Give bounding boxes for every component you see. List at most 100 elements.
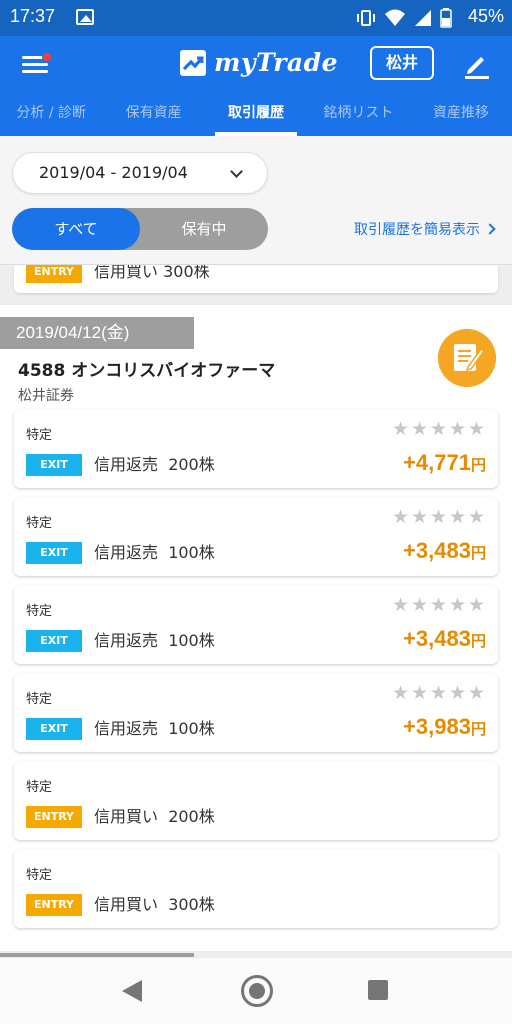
wifi-icon [385,9,405,26]
profit-value: +4,771 [403,450,471,475]
star-icon[interactable]: ★ [430,420,448,439]
rating-stars[interactable]: ★ ★ ★ ★ ★ [392,420,486,439]
account-type: 特定 [26,604,53,619]
exit-badge: EXIT [26,454,82,476]
star-icon[interactable]: ★ [468,684,486,703]
trade-card[interactable]: 特定 EXIT 信用返売 200株 ★ ★ ★ ★ ★ +4,771円 [14,410,498,488]
status-bar: 17:37 45% [0,0,512,36]
trade-detail: 信用返売 200株 [94,454,215,476]
exit-badge: EXIT [26,542,82,564]
trade-detail: 信用返売 100株 [94,718,215,740]
profit-amount: +3,983円 [403,714,486,740]
holding-filter-toggle: すべて 保有中 [12,208,268,250]
date-range-select[interactable]: 2019/04 - 2019/04 [12,152,268,194]
trade-card[interactable]: 特定 EXIT 信用返売 100株 ★ ★ ★ ★ ★ +3,483円 [14,586,498,664]
exit-badge: EXIT [26,630,82,652]
segment-all[interactable]: すべて [12,208,140,250]
trade-action: 信用買い [94,895,159,914]
star-icon[interactable]: ★ [392,420,410,439]
trade-card[interactable]: ENTRY 信用買い 300株 [14,265,498,293]
status-time: 17:37 [10,6,56,26]
trade-quantity: 100株 [168,543,215,562]
user-button[interactable]: 松井 [370,46,434,80]
simple-view-link[interactable]: 取引履歴を簡易表示 [354,219,496,239]
star-icon[interactable]: ★ [430,684,448,703]
trade-action: 信用返売 [94,455,159,474]
rating-stars[interactable]: ★ ★ ★ ★ ★ [392,508,486,527]
chevron-right-icon [484,223,496,235]
tab-asset-trend[interactable]: 資産推移 [410,92,512,136]
trade-detail: 信用返売 100株 [94,542,215,564]
account-type: 特定 [26,428,53,443]
star-icon[interactable]: ★ [411,684,429,703]
star-icon[interactable]: ★ [392,684,410,703]
trade-quantity: 300株 [168,895,215,914]
trade-action: 信用返売 [94,631,159,650]
trade-quantity: 200株 [168,807,215,826]
star-icon[interactable]: ★ [411,508,429,527]
home-icon[interactable] [241,975,273,1007]
date-range-value: 2019/04 - 2019/04 [39,163,188,182]
vibrate-icon [357,10,375,26]
battery-icon [440,8,452,28]
rating-stars[interactable]: ★ ★ ★ ★ ★ [392,596,486,615]
back-icon[interactable] [122,980,142,1002]
menu-button[interactable] [20,50,52,78]
trade-quantity: 100株 [168,719,215,738]
segment-holding[interactable]: 保有中 [140,208,268,250]
image-icon [76,9,94,25]
stock-name: 4588 オンコリスバイオファーマ [18,361,276,381]
tab-analysis[interactable]: 分析 / 診断 [0,92,102,136]
chevron-down-icon [230,165,243,178]
trade-card[interactable]: 特定 ENTRY 信用買い 200株 [14,762,498,840]
app-bar: myTrade 松井 [0,36,512,92]
tab-stock-list[interactable]: 銘柄リスト [307,92,409,136]
trade-action: 信用買い [94,807,159,826]
exit-badge: EXIT [26,718,82,740]
signal-icon [415,10,431,26]
tab-holdings[interactable]: 保有資産 [102,92,204,136]
star-icon[interactable]: ★ [411,420,429,439]
star-icon[interactable]: ★ [468,420,486,439]
star-icon[interactable]: ★ [449,508,467,527]
trade-quantity: 100株 [168,631,215,650]
star-icon[interactable]: ★ [468,596,486,615]
star-icon[interactable]: ★ [449,684,467,703]
star-icon[interactable]: ★ [411,596,429,615]
profit-amount: +4,771円 [403,450,486,476]
rating-stars[interactable]: ★ ★ ★ ★ ★ [392,684,486,703]
account-type: 特定 [26,868,53,883]
star-icon[interactable]: ★ [449,420,467,439]
star-icon[interactable]: ★ [392,508,410,527]
star-icon[interactable]: ★ [449,596,467,615]
tab-bar: 分析 / 診断 保有資産 取引履歴 銘柄リスト 資産推移 [0,92,512,136]
trade-card[interactable]: 特定 ENTRY 信用買い 300株 [14,850,498,928]
profit-value: +3,983 [403,714,471,739]
star-icon[interactable]: ★ [468,508,486,527]
recent-apps-icon[interactable] [368,980,388,1000]
currency-unit: 円 [470,633,486,650]
account-type: 特定 [26,516,53,531]
edit-icon[interactable] [460,48,492,80]
trade-action: 信用返売 [94,719,159,738]
star-icon[interactable]: ★ [430,508,448,527]
star-icon[interactable]: ★ [430,596,448,615]
trade-detail: 信用買い 300株 [94,894,215,916]
trade-action: 信用返売 [94,543,159,562]
currency-unit: 円 [470,545,486,562]
previous-group: ENTRY 信用買い 300株 [0,265,512,305]
app-logo: myTrade [180,48,338,77]
trade-group: 2019/04/12(金) 4588 オンコリスバイオファーマ 松井証券 特定 E… [0,305,512,951]
simple-view-label: 取引履歴を簡易表示 [354,222,480,238]
tab-trade-history[interactable]: 取引履歴 [205,92,307,136]
trade-detail: 信用買い 200株 [94,806,215,828]
system-nav-bar [0,958,512,1024]
entry-badge: ENTRY [26,806,82,828]
trade-card[interactable]: 特定 EXIT 信用返売 100株 ★ ★ ★ ★ ★ +3,483円 [14,498,498,576]
star-icon[interactable]: ★ [392,596,410,615]
trade-card[interactable]: 特定 EXIT 信用返売 100株 ★ ★ ★ ★ ★ +3,983円 [14,674,498,752]
profit-value: +3,483 [403,626,471,651]
battery-percent: 45% [467,6,504,26]
note-edit-icon[interactable] [438,329,496,387]
account-type: 特定 [26,780,53,795]
